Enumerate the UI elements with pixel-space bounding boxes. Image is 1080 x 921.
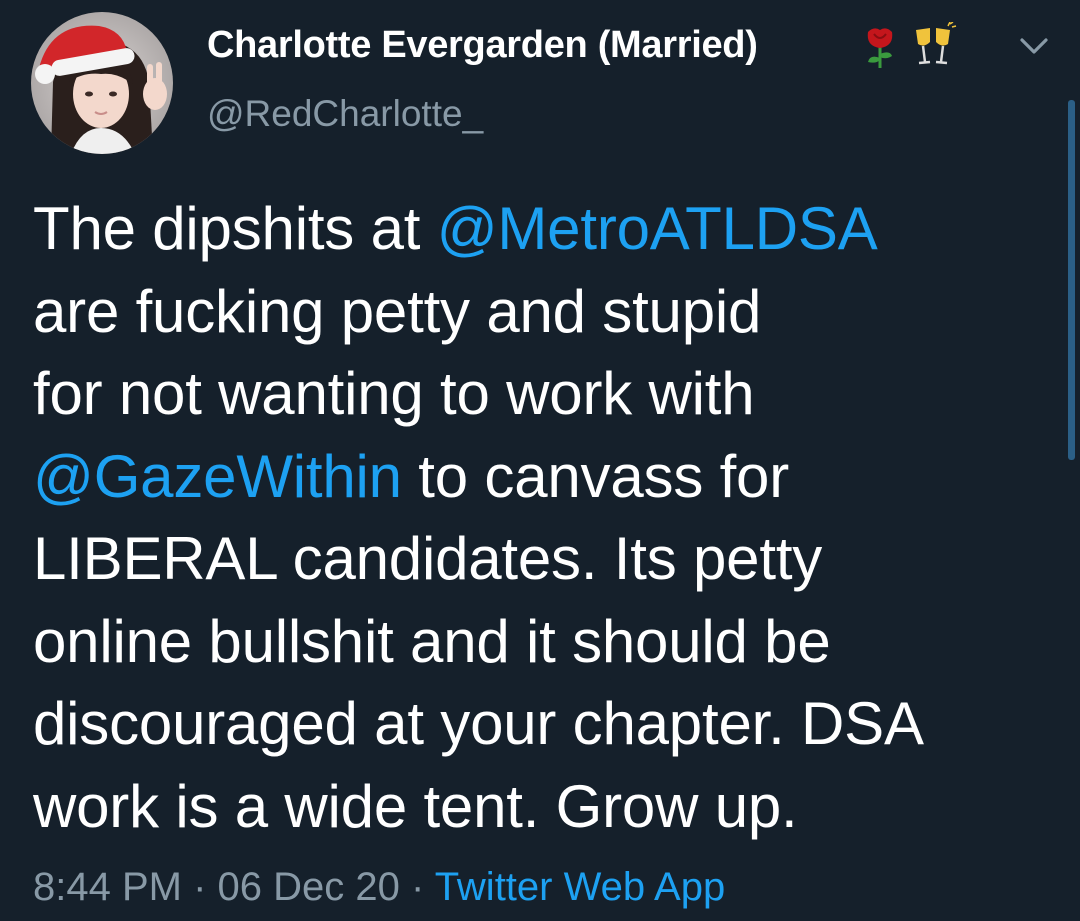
author-display-name[interactable]: Charlotte Evergarden (Married) [207, 24, 758, 67]
mention-link[interactable]: @GazeWithin [33, 443, 402, 510]
tweet-line: @GazeWithin to canvass for [33, 436, 1053, 519]
tweet-line: LIBERAL candidates. Its petty [33, 525, 823, 592]
separator: · [399, 865, 435, 909]
tweet-line: online bullshit and it should be [33, 607, 831, 675]
tweet: Charlotte Evergarden (Married) @RedCharl… [0, 0, 1080, 921]
scrollbar[interactable] [1068, 100, 1075, 460]
tweet-time[interactable]: 8:44 PM [33, 865, 182, 909]
tweet-text: The dipshits at @MetroATLDSA are fucking… [33, 188, 1053, 848]
avatar[interactable] [31, 12, 173, 154]
rose-icon [862, 22, 898, 75]
tweet-metadata: 8:44 PM · 06 Dec 20 · Twitter Web App [33, 865, 725, 910]
tweet-line: discouraged at your chapter. DSA [33, 690, 924, 757]
author-handle[interactable]: @RedCharlotte_ [207, 93, 483, 135]
tweet-line: for not wanting to work with [33, 360, 755, 427]
tweet-text-segment: The dipshits at [33, 195, 437, 262]
separator: · [181, 865, 218, 909]
tweet-line: work is a wide tent. Grow up. [33, 772, 798, 840]
chevron-down-icon[interactable] [1014, 26, 1054, 66]
tweet-line: The dipshits at @MetroATLDSA [33, 188, 1053, 271]
tweet-text-segment: to canvass for [401, 442, 790, 510]
tweet-line: are fucking petty and stupid [33, 277, 762, 345]
tweet-source-link[interactable]: Twitter Web App [435, 865, 726, 909]
tweet-date[interactable]: 06 Dec 20 [218, 865, 400, 909]
mention-link[interactable]: @MetroATLDSA [437, 195, 878, 262]
clinking-glasses-icon [910, 21, 958, 75]
